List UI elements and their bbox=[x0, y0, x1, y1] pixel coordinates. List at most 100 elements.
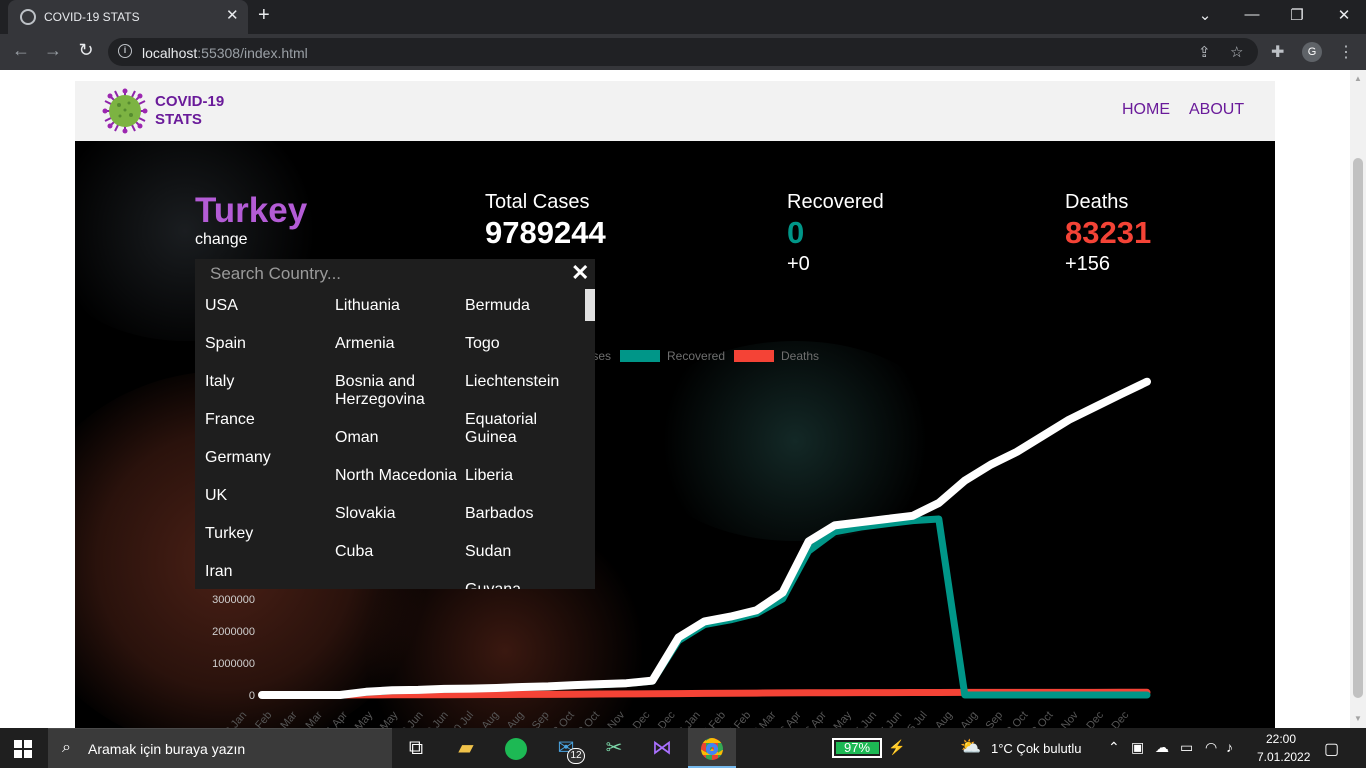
browser-tab[interactable]: COVID-19 STATS ✕ bbox=[8, 0, 248, 34]
country-option[interactable]: Spain bbox=[205, 335, 330, 353]
notifications-icon[interactable]: ▢ bbox=[1324, 739, 1339, 759]
scroll-thumb[interactable] bbox=[1353, 158, 1363, 698]
virus-logo-icon[interactable] bbox=[101, 87, 149, 135]
x-tick-label: 10 Jun bbox=[395, 709, 425, 728]
country-option[interactable]: Liechtenstein bbox=[465, 373, 590, 391]
country-option[interactable]: Bermuda bbox=[465, 297, 590, 315]
x-tick-label: 23 Oct bbox=[1026, 709, 1056, 728]
bookmark-star-icon[interactable]: ☆ bbox=[1230, 43, 1243, 61]
mail-icon[interactable]: ✉ bbox=[542, 728, 590, 768]
country-option[interactable]: North Macedonia bbox=[335, 467, 460, 485]
country-option[interactable]: UK bbox=[205, 487, 330, 505]
country-option[interactable]: Lithuania bbox=[335, 297, 460, 315]
deaths-label: Deaths bbox=[1065, 191, 1129, 213]
nav-about-link[interactable]: ABOUT bbox=[1189, 101, 1244, 119]
volume-icon[interactable]: ♪ bbox=[1226, 739, 1233, 755]
taskbar-search-box[interactable]: ⌕ Aramak için buraya yazın bbox=[48, 728, 392, 768]
country-option[interactable]: Guyana bbox=[465, 581, 590, 589]
country-column-2: Lithuania Armenia Bosnia and Herzegovina Om… bbox=[335, 297, 460, 581]
onedrive-icon[interactable]: ☁ bbox=[1155, 739, 1169, 756]
reload-button[interactable]: ↻ bbox=[74, 40, 98, 61]
deaths-delta: +156 bbox=[1065, 253, 1111, 275]
windows-start-icon[interactable] bbox=[14, 740, 32, 758]
snipping-tool-icon[interactable]: ✂ bbox=[590, 728, 638, 768]
address-bar[interactable]: i localhost:55308/index.html ⇪ ☆ bbox=[108, 38, 1258, 66]
country-option[interactable]: Togo bbox=[465, 335, 590, 353]
country-option[interactable]: Turkey bbox=[205, 525, 330, 543]
charging-plug-icon: ⚡ bbox=[888, 739, 906, 755]
battery-indicator[interactable]: 97% bbox=[832, 738, 882, 758]
windows-taskbar: ⌕ Aramak için buraya yazın ⧉ ▰ ✉ 12 ✂ ⋈ … bbox=[0, 728, 1366, 768]
new-tab-button[interactable]: + bbox=[258, 4, 270, 27]
x-tick-label: 25 Jun bbox=[874, 709, 904, 728]
x-tick-label: 5 Jun bbox=[853, 709, 879, 728]
x-tick-label: 24 Aug bbox=[949, 709, 980, 728]
weather-text[interactable]: 1°C Çok bulutlu bbox=[991, 741, 1081, 756]
x-tick-label: 6 Apr bbox=[778, 709, 804, 728]
close-dropdown-icon[interactable]: ✕ bbox=[571, 260, 589, 286]
close-window-button[interactable]: ✕ bbox=[1334, 6, 1354, 24]
country-option[interactable]: France bbox=[205, 411, 330, 429]
country-option[interactable]: Sudan bbox=[465, 543, 590, 561]
x-tick-label: 3 Oct bbox=[1004, 709, 1030, 728]
country-option[interactable]: Bosnia and Herzegovina bbox=[335, 373, 460, 409]
x-tick-label: 17 Mar bbox=[747, 709, 778, 728]
country-option[interactable]: Italy bbox=[205, 373, 330, 391]
country-option[interactable]: Slovakia bbox=[335, 505, 460, 523]
share-icon[interactable]: ⇪ bbox=[1198, 43, 1211, 61]
show-hidden-icons[interactable]: ⌃ bbox=[1108, 739, 1120, 756]
maximize-button[interactable]: ❐ bbox=[1287, 6, 1307, 24]
country-search-input[interactable] bbox=[195, 259, 565, 289]
country-name: Turkey bbox=[195, 191, 308, 230]
tab-search-icon[interactable]: ⌄ bbox=[1195, 6, 1215, 24]
file-explorer-icon[interactable]: ▰ bbox=[442, 728, 490, 768]
country-option[interactable]: Liberia bbox=[465, 467, 590, 485]
y-tick-label: 3000000 bbox=[212, 594, 255, 606]
visual-studio-icon[interactable]: ⋈ bbox=[638, 728, 686, 768]
chrome-icon[interactable] bbox=[688, 728, 736, 768]
close-tab-icon[interactable]: ✕ bbox=[226, 6, 239, 24]
country-option[interactable]: Germany bbox=[205, 449, 330, 467]
recovered-delta: +0 bbox=[787, 253, 810, 275]
legend-swatch bbox=[620, 350, 660, 362]
nav-home-link[interactable]: HOME bbox=[1122, 101, 1170, 119]
page-scrollbar[interactable]: ▲ ▼ bbox=[1350, 70, 1366, 728]
country-option[interactable]: USA bbox=[205, 297, 330, 315]
x-tick-label: 9 Aug bbox=[474, 709, 501, 728]
country-option[interactable]: Cuba bbox=[335, 543, 460, 561]
extensions-icon[interactable]: ✚ bbox=[1271, 42, 1284, 62]
recovered-label: Recovered bbox=[787, 191, 884, 213]
search-icon: ⌕ bbox=[62, 739, 71, 756]
clock-date[interactable]: 7.01.2022 bbox=[1257, 750, 1310, 764]
total-cases-value: 9789244 bbox=[485, 215, 606, 250]
spotify-icon[interactable] bbox=[492, 728, 540, 768]
change-country-link[interactable]: change bbox=[195, 231, 248, 249]
scroll-down-icon[interactable]: ▼ bbox=[1354, 714, 1362, 723]
country-option[interactable]: Barbados bbox=[465, 505, 590, 523]
task-view-icon[interactable]: ⧉ bbox=[392, 728, 440, 768]
menu-icon[interactable]: ⋮ bbox=[1338, 42, 1354, 62]
x-tick-label: 7 Dec bbox=[625, 709, 653, 728]
info-icon[interactable]: i bbox=[118, 44, 132, 58]
country-option[interactable]: Iran bbox=[205, 563, 330, 581]
country-option[interactable]: Oman bbox=[335, 429, 460, 447]
y-tick-label: 2000000 bbox=[212, 626, 255, 638]
minimize-button[interactable]: — bbox=[1242, 6, 1262, 23]
back-button[interactable]: ← bbox=[9, 40, 33, 61]
display-icon[interactable]: ▭ bbox=[1180, 739, 1193, 756]
deaths-value: 83231 bbox=[1065, 215, 1152, 250]
wifi-icon[interactable]: ◠ bbox=[1205, 739, 1217, 756]
clock-time[interactable]: 22:00 bbox=[1266, 732, 1296, 746]
profile-avatar[interactable]: G bbox=[1302, 42, 1322, 62]
camera-icon[interactable]: ▣ bbox=[1131, 739, 1144, 756]
scroll-up-icon[interactable]: ▲ bbox=[1354, 74, 1362, 83]
weather-cloud-icon[interactable]: ⛅ bbox=[960, 737, 981, 757]
brand-title[interactable]: COVID-19 STATS bbox=[155, 93, 224, 129]
country-option[interactable]: Equatorial Guinea bbox=[465, 411, 590, 447]
x-tick-label: 16 Jan bbox=[672, 709, 702, 728]
country-option[interactable]: Armenia bbox=[335, 335, 460, 353]
x-tick-label: 11 Feb bbox=[244, 709, 275, 728]
x-tick-label: 22 Jan bbox=[219, 709, 249, 728]
forward-button[interactable]: → bbox=[41, 40, 65, 61]
x-tick-label: 30 Jun bbox=[420, 709, 450, 728]
